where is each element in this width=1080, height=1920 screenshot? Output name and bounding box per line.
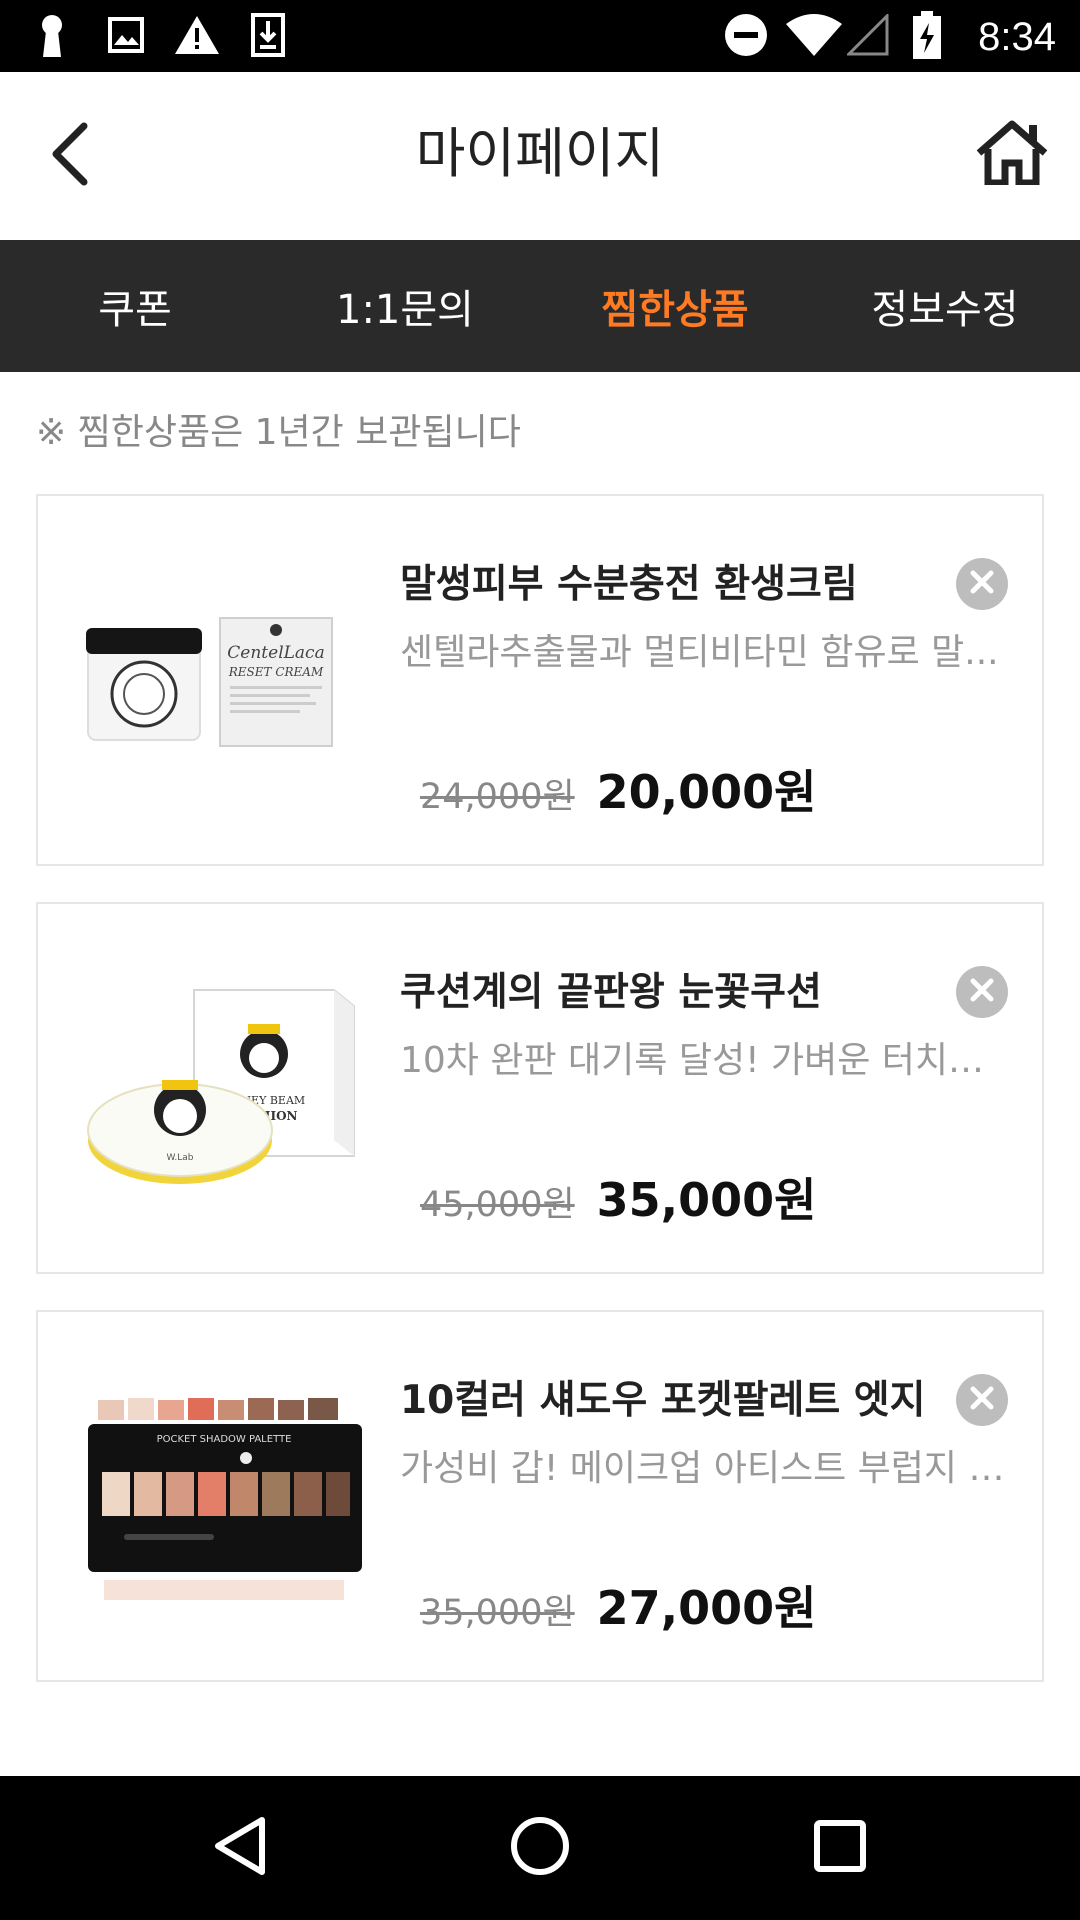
product-image: HONEY BEAM CUSHION W.Lab [84,980,364,1200]
wishlist-item[interactable]: POCKET SHADOW PALETTE 10컬러 섀도우 포켓팔레트 엣지 … [36,1310,1044,1682]
remove-wishlist-button[interactable] [956,966,1008,1018]
sale-price: 27,000원 [596,1581,817,1635]
do-not-disturb-icon [722,12,770,58]
original-price: 45,000원 [420,1185,575,1225]
download-icon [248,12,288,58]
product-image: POCKET SHADOW PALETTE [84,1388,364,1608]
product-name[interactable]: 10컬러 섀도우 포켓팔레트 엣지 [400,1376,926,1426]
tab-wishlist[interactable]: 찜한상품 [540,240,810,372]
thumb-label-main: POCKET SHADOW PALETTE [157,1434,292,1445]
original-price: 24,000원 [420,777,575,817]
tab-inquiry[interactable]: 1:1문의 [270,240,540,372]
status-time: 8:34 [978,15,1056,59]
product-description: 10차 완판 대기록 달성! 가벼운 터치로 ... [400,1040,1014,1081]
thumb-brand: W.Lab [167,1153,194,1163]
product-name[interactable]: 말썽피부 수분충전 환생크림 [400,560,858,610]
wishlist-item[interactable]: CentelLaca RESET CREAM 말썽피부 수분충전 환생크림 센텔… [36,494,1044,866]
nav-recents-button[interactable] [800,1808,880,1888]
price-row: 45,000원 35,000원 [420,1164,817,1234]
original-price: 35,000원 [420,1593,575,1633]
page-title: 마이페이지 [415,122,665,185]
wishlist-retention-note: ※ 찜한상품은 1년간 보관됩니다 [36,412,521,453]
home-circle-icon [510,1816,570,1880]
price-row: 35,000원 27,000원 [420,1572,817,1642]
nav-home-button[interactable] [500,1808,580,1888]
recents-square-icon [813,1819,867,1877]
close-icon [969,569,995,599]
remove-wishlist-button[interactable] [956,558,1008,610]
home-icon [975,119,1049,189]
status-bar: 8:34 [0,0,1080,72]
nav-back-button[interactable] [200,1808,280,1888]
product-name[interactable]: 쿠션계의 끝판왕 눈꽃쿠션 [400,968,822,1018]
product-description: 센텔라추출물과 멀티비타민 함유로 말... [400,632,999,673]
tab-coupon[interactable]: 쿠폰 [0,240,270,372]
warning-icon [172,12,222,58]
product-description: 가성비 갑! 메이크업 아티스트 부럽지 않... [400,1448,1014,1489]
wifi-icon [784,12,844,58]
app-header: 마이페이지 [0,72,1080,240]
wishlist-item[interactable]: HONEY BEAM CUSHION W.Lab 쿠션계의 끝판왕 눈꽃쿠션 1… [36,902,1044,1274]
thumb-label-sub: RESET CREAM [228,665,324,679]
keyhole-icon [30,12,74,58]
sale-price: 35,000원 [596,1173,817,1227]
price-row: 24,000원 20,000원 [420,756,817,826]
product-image: CentelLaca RESET CREAM [84,572,364,792]
mypage-tab-bar: 쿠폰 1:1문의 찜한상품 정보수정 [0,240,1080,372]
image-icon [104,12,148,58]
tab-edit-info[interactable]: 정보수정 [810,240,1080,372]
signal-icon [846,12,890,58]
battery-charging-icon [910,11,944,59]
close-icon [969,1385,995,1415]
system-nav-bar [0,1776,1080,1920]
home-button[interactable] [972,114,1052,194]
back-triangle-icon [212,1816,268,1880]
thumb-label-main: CentelLaca [227,643,324,663]
close-icon [969,977,995,1007]
remove-wishlist-button[interactable] [956,1374,1008,1426]
sale-price: 20,000원 [596,765,817,819]
